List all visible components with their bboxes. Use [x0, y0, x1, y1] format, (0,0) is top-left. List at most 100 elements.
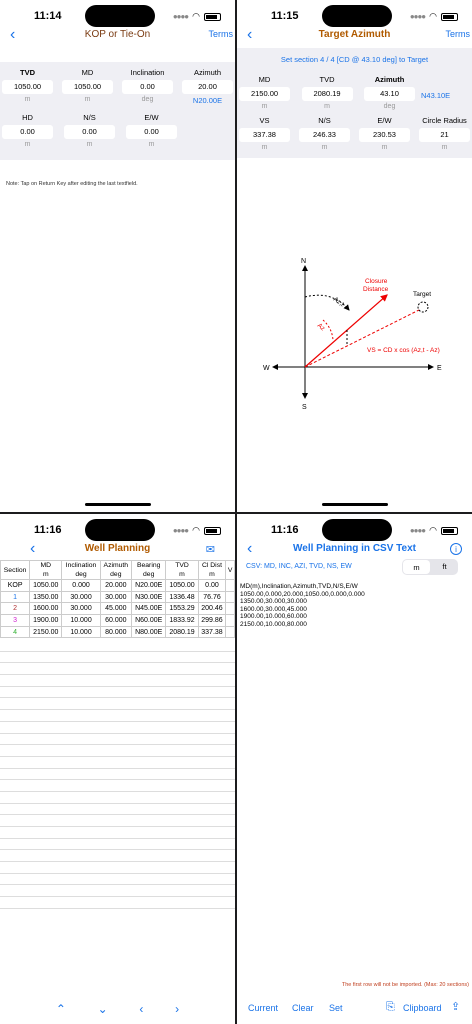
field-input[interactable]: 0.00	[2, 125, 53, 139]
column-header[interactable]: V	[225, 560, 235, 580]
target-field-group: TVD 2080.19 m	[301, 75, 353, 110]
field-input[interactable]: 21	[419, 128, 470, 142]
field-input[interactable]: 0.00	[64, 125, 115, 139]
kop-field-group: MD 1050.00 m	[62, 68, 113, 105]
battery-icon	[441, 526, 458, 535]
wifi-icon: ◠	[429, 11, 437, 21]
kop-field-group: E/W 0.00 m	[126, 113, 177, 148]
empty-row	[0, 862, 235, 874]
table-row[interactable]: KOP 1050.00 0.000 20.000 N20.00E 1050.00 0.00	[0, 579, 235, 592]
down-arrow-icon[interactable]: ⌄	[98, 1002, 108, 1016]
column-header[interactable]: Inclination deg	[61, 560, 101, 580]
terms-button[interactable]: Terms	[209, 29, 234, 39]
empty-row	[0, 698, 235, 711]
left-arrow-icon[interactable]: ‹	[139, 1002, 143, 1016]
status-time: 11:15	[271, 10, 299, 22]
field-input[interactable]: 0.00	[122, 80, 173, 94]
column-header[interactable]: Azimuth deg	[99, 560, 132, 580]
table-cell-tvd: 1833.92	[165, 614, 199, 627]
field-input[interactable]: 0.00	[126, 125, 177, 139]
well-plan-table: Section MD m Inclination deg Azimuth deg Bearin…	[0, 560, 235, 639]
clear-button[interactable]: Clear	[292, 1003, 314, 1013]
table-cell-cl: 0.00	[197, 579, 227, 592]
up-arrow-icon[interactable]: ⌃	[56, 1002, 66, 1016]
azimuth-diagram: N S E W Az,t Az Closure Distance Target …	[263, 258, 442, 411]
current-button[interactable]: Current	[248, 1003, 278, 1013]
info-icon[interactable]: i	[450, 543, 462, 555]
empty-row	[0, 710, 235, 722]
target-field-group: E/W 230.53 m	[359, 116, 410, 151]
kop-field-group: TVD 1050.00 m	[2, 68, 53, 105]
header-unit: m	[209, 571, 215, 578]
empty-row	[0, 850, 235, 863]
field-input[interactable]: 2080.19	[301, 87, 353, 101]
kop-form: TVD 1050.00 m MD 1050.00 m Inclination 0.00 deg A…	[0, 62, 235, 160]
section-toolbar: ⌃ ⌄ ‹ ›	[0, 1002, 235, 1016]
status-icons: ●●●● ◠	[410, 525, 458, 536]
field-unit: m	[24, 141, 31, 148]
column-header[interactable]: MD m	[29, 560, 63, 580]
dynamic-island	[322, 5, 392, 27]
header-title: MD	[40, 562, 52, 569]
field-input[interactable]: 1050.00	[2, 80, 53, 94]
empty-row	[0, 804, 235, 816]
field-input[interactable]: 1050.00	[62, 80, 113, 94]
header-title: Cl Dist	[201, 562, 222, 569]
field-input[interactable]: 43.10	[364, 87, 415, 101]
field-input[interactable]: 230.53	[359, 128, 410, 142]
empty-row	[0, 815, 235, 827]
column-header[interactable]: Bearing deg	[130, 560, 167, 580]
battery-icon	[441, 12, 458, 21]
terms-button[interactable]: Terms	[446, 29, 471, 39]
field-unit: m	[86, 141, 93, 148]
field-input[interactable]: 337.38	[239, 128, 290, 142]
mail-icon[interactable]: ✉	[206, 543, 215, 556]
target-field-group: N/S 246.33 m	[299, 116, 350, 151]
field-input[interactable]: 246.33	[299, 128, 350, 142]
table-cell-md: 1050.00	[29, 579, 63, 592]
table-cell-cl: 299.86	[197, 614, 227, 627]
clipboard-button[interactable]: Clipboard	[403, 1003, 442, 1013]
right-arrow-icon[interactable]: ›	[175, 1002, 179, 1016]
table-row[interactable]: 2 1600.00 30.000 45.000 N45.00E 1553.29 200.46	[0, 602, 235, 616]
column-header[interactable]: TVD m	[165, 560, 199, 580]
header-title: Section	[3, 566, 27, 574]
header-title: Azimuth	[103, 562, 129, 569]
field-label: Inclination	[130, 68, 165, 77]
field-label: VS	[259, 116, 270, 125]
kop-field-group: HD 0.00 m	[2, 113, 53, 148]
field-label: HD	[22, 113, 33, 122]
field-unit: deg	[141, 96, 154, 103]
set-section-link[interactable]: Set section 4 / 4 [CD @ 43.10 deg] to Ta…	[237, 55, 472, 64]
empty-row	[0, 839, 235, 851]
unit-m-option[interactable]: m	[403, 560, 430, 574]
unit-segment: m ft	[402, 559, 458, 575]
paste-icon[interactable]: ⎘	[386, 1001, 395, 1014]
target-field-group: Azimuth 43.10 deg	[364, 75, 415, 110]
share-icon[interactable]: ⇪	[451, 1000, 460, 1013]
table-cell-inc: 10.000	[61, 625, 101, 639]
column-header[interactable]: Section	[0, 560, 31, 580]
table-row[interactable]: 3 1900.00 10.000 60.000 N60.00E 1833.92 299.86	[0, 614, 235, 627]
field-label: Azimuth	[193, 68, 222, 77]
home-indicator	[321, 503, 388, 506]
unit-ft-option[interactable]: ft	[431, 559, 458, 575]
west-label: W	[263, 365, 270, 372]
table-row[interactable]: 4 2150.00 10.000 80.000 N80.00E 2080.19 337.38	[0, 625, 235, 639]
empty-row	[0, 640, 235, 652]
csv-text-area[interactable]: MD(m),Inclination,Azimuth,TVD,N/S,E/W 10…	[240, 583, 365, 629]
table-cell-cl: 200.46	[197, 602, 227, 616]
field-input[interactable]: 2150.00	[239, 87, 290, 101]
field-label: E/W	[144, 113, 159, 122]
column-header[interactable]: Cl Dist m	[197, 560, 227, 580]
table-row[interactable]: 1 1350.00 30.000 30.000 N30.00E 1336.48 76.76	[0, 590, 235, 604]
well-planning-screen: 11:16 ●●●● ◠ ‹ Well Planning ✉ Section MD m…	[0, 514, 235, 1024]
table-cell-sec: 3	[0, 614, 31, 627]
table-cell-az: 80.000	[99, 625, 132, 639]
field-unit: m	[148, 141, 155, 148]
set-button[interactable]: Set	[329, 1003, 343, 1013]
field-input[interactable]: 20.00	[182, 80, 233, 94]
field-unit: m	[261, 103, 268, 110]
empty-row	[0, 722, 235, 734]
footnote: The first row will not be imported. (Max…	[341, 982, 469, 988]
